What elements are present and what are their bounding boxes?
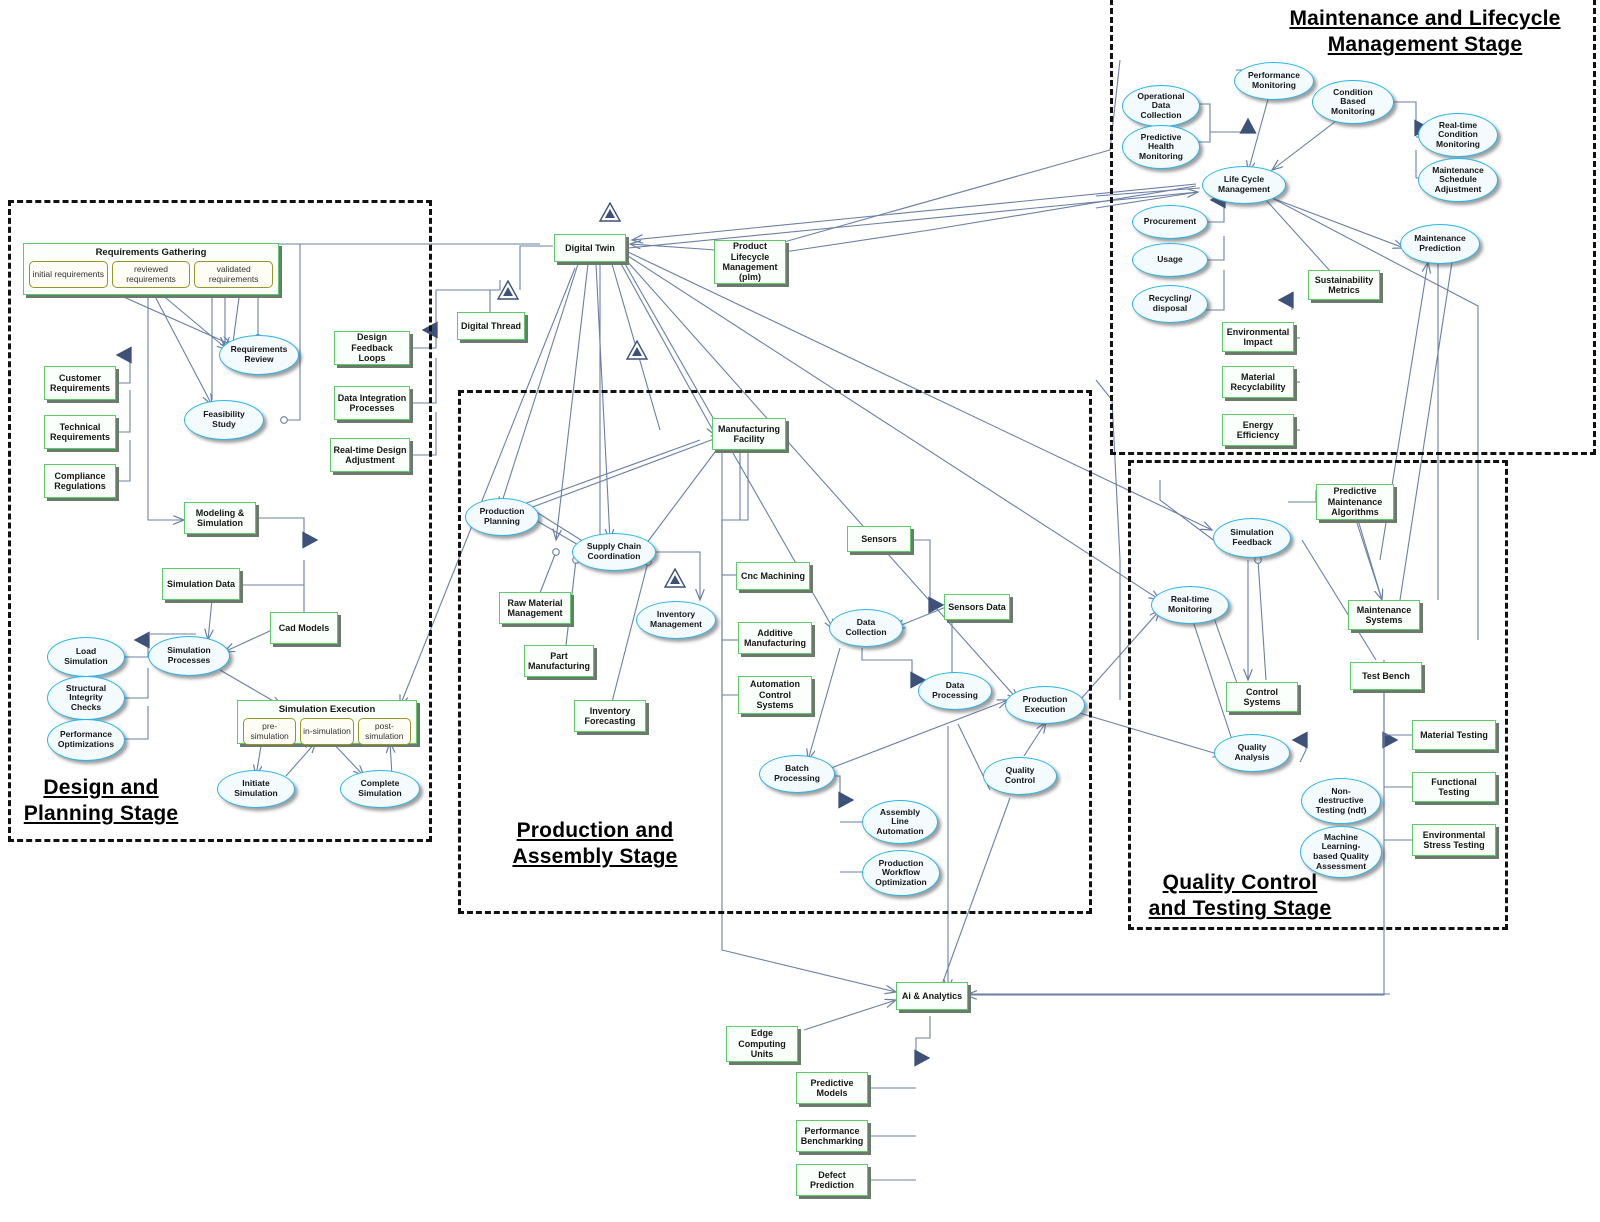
node-sensors-data[interactable]: Sensors Data (944, 594, 1010, 620)
node-test-bench[interactable]: Test Bench (1350, 662, 1422, 690)
diagram-canvas: Design and Planning Stage Production and… (0, 0, 1600, 1222)
node-data-integration-processes[interactable]: Data Integration Processes (334, 386, 410, 420)
stage-title-production: Production and Assembly Stage (512, 819, 678, 869)
chip-in-simulation[interactable]: in-simulation (300, 718, 354, 746)
node-design-feedback-loops[interactable]: Design Feedback Loops (334, 331, 410, 365)
node-customer-requirements[interactable]: Customer Requirements (44, 366, 116, 400)
chip-pre-simulation[interactable]: pre-simulation (243, 718, 297, 746)
node-functional-testing[interactable]: Functional Testing (1412, 772, 1496, 802)
node-batch-processing[interactable]: Batch Processing (759, 755, 835, 793)
node-production-planning[interactable]: Production Planning (465, 498, 539, 536)
node-material-testing[interactable]: Material Testing (1412, 720, 1496, 750)
node-sustainability-metrics[interactable]: Sustainability Metrics (1308, 270, 1380, 300)
node-complete-simulation[interactable]: Complete Simulation (340, 770, 420, 808)
interface-marker-icon-1 (599, 202, 621, 222)
node-production-execution[interactable]: Production Execution (1005, 686, 1085, 724)
node-assembly-line-automation[interactable]: Assembly Line Automation (862, 800, 938, 844)
interface-marker-icon-3 (626, 340, 648, 360)
stage-title-design: Design and Planning Stage (23, 776, 179, 826)
chip-reviewed-requirements[interactable]: reviewed requirements (111, 261, 191, 289)
node-manufacturing-facility[interactable]: Manufacturing Facility (712, 418, 786, 450)
node-initiate-simulation[interactable]: Initiate Simulation (217, 770, 295, 808)
node-technical-requirements[interactable]: Technical Requirements (44, 415, 116, 449)
node-performance-optimizations[interactable]: Performance Optimizations (47, 719, 125, 761)
node-condition-based-monitoring[interactable]: Condition Based Monitoring (1312, 80, 1394, 124)
node-simulation-processes[interactable]: Simulation Processes (148, 636, 230, 676)
node-control-systems[interactable]: Control Systems (1226, 682, 1298, 712)
chip-initial-requirements[interactable]: initial requirements (29, 261, 108, 289)
node-quality-analysis[interactable]: Quality Analysis (1214, 734, 1290, 772)
node-digital-twin[interactable]: Digital Twin (554, 234, 626, 262)
node-edge-computing-units[interactable]: Edge Computing Units (726, 1026, 798, 1062)
stage-title-quality: Quality Control and Testing Stage (1148, 871, 1332, 921)
node-supply-chain-coordination[interactable]: Supply Chain Coordination (572, 533, 656, 571)
node-inventory-management[interactable]: Inventory Management (636, 601, 716, 639)
stage-title-maintenance: Maintenance and Lifecycle Management Sta… (1289, 7, 1561, 57)
node-quality-control[interactable]: Quality Control (983, 757, 1057, 795)
interface-marker-icon-2 (497, 280, 519, 300)
node-load-simulation[interactable]: Load Simulation (47, 637, 125, 677)
node-production-workflow-optimization[interactable]: Production Workflow Optimization (862, 850, 940, 896)
chip-validated-requirements[interactable]: validated requirements (194, 261, 274, 289)
node-simulation-feedback[interactable]: Simulation Feedback (1213, 518, 1291, 558)
node-recycling-disposal[interactable]: Recycling/ disposal (1132, 285, 1208, 323)
node-compliance-regulations[interactable]: Compliance Regulations (44, 464, 116, 498)
node-additive-manufacturing[interactable]: Additive Manufacturing (738, 622, 812, 654)
node-performance-benchmarking[interactable]: Performance Benchmarking (796, 1120, 868, 1152)
group-title-simulation-execution: Simulation Execution (278, 704, 376, 715)
node-realtime-condition-monitoring[interactable]: Real-time Condition Monitoring (1418, 113, 1498, 157)
node-environmental-impact[interactable]: Environmental Impact (1222, 322, 1294, 352)
node-environmental-stress-testing[interactable]: Environmental Stress Testing (1412, 824, 1496, 856)
node-cad-models[interactable]: Cad Models (270, 612, 338, 644)
node-energy-efficiency[interactable]: Energy Efficiency (1222, 414, 1294, 446)
node-maintenance-prediction[interactable]: Maintenance Prediction (1400, 224, 1480, 264)
node-realtime-monitoring[interactable]: Real-time Monitoring (1151, 586, 1229, 624)
node-cnc-machining[interactable]: Cnc Machining (736, 562, 810, 590)
node-ml-based-quality-assessment[interactable]: Machine Learning- based Quality Assessme… (1300, 826, 1382, 878)
node-data-collection[interactable]: Data Collection (829, 609, 903, 647)
node-usage[interactable]: Usage (1132, 243, 1208, 277)
node-digital-thread[interactable]: Digital Thread (457, 312, 525, 340)
node-defect-prediction[interactable]: Defect Prediction (796, 1164, 868, 1196)
node-predictive-maintenance-algorithms[interactable]: Predictive Maintenance Algorithms (1316, 484, 1394, 520)
chip-post-simulation[interactable]: post-simulation (357, 718, 411, 746)
node-feasibility-study[interactable]: Feasibility Study (184, 400, 264, 440)
node-operational-data-collection[interactable]: Operational Data Collection (1122, 85, 1200, 127)
node-raw-material-management[interactable]: Raw Material Management (499, 592, 571, 624)
interface-marker-icon-4 (664, 568, 686, 588)
node-part-manufacturing[interactable]: Part Manufacturing (524, 645, 594, 677)
node-structural-integrity-checks[interactable]: Structural Integrity Checks (47, 676, 125, 720)
node-predictive-health-monitoring[interactable]: Predictive Health Monitoring (1122, 125, 1200, 169)
node-sensors[interactable]: Sensors (847, 526, 911, 552)
node-modeling-and-simulation[interactable]: Modeling & Simulation (184, 502, 256, 534)
node-material-recyclability[interactable]: Material Recyclability (1222, 366, 1294, 398)
node-automation-control-systems[interactable]: Automation Control Systems (738, 676, 812, 714)
group-requirements-gathering[interactable]: Requirements Gathering initial requireme… (23, 243, 279, 295)
node-data-processing[interactable]: Data Processing (918, 672, 992, 710)
node-life-cycle-management[interactable]: Life Cycle Management (1202, 166, 1286, 204)
node-realtime-design-adjustment[interactable]: Real-time Design Adjustment (330, 438, 410, 472)
node-simulation-data[interactable]: Simulation Data (162, 568, 240, 600)
node-non-destructive-testing[interactable]: Non- destructive Testing (ndt) (1301, 778, 1381, 824)
node-procurement[interactable]: Procurement (1132, 205, 1208, 239)
node-requirements-review[interactable]: Requirements Review (219, 335, 299, 375)
node-predictive-models[interactable]: Predictive Models (796, 1072, 868, 1104)
node-maintenance-schedule-adjustment[interactable]: Maintenance Schedule Adjustment (1418, 158, 1498, 202)
node-inventory-forecasting[interactable]: Inventory Forecasting (574, 700, 646, 732)
node-maintenance-systems[interactable]: Maintenance Systems (1348, 600, 1420, 630)
node-ai-and-analytics[interactable]: Ai & Analytics (896, 982, 968, 1010)
node-product-lifecycle-management[interactable]: Product Lifecycle Management (plm) (714, 240, 786, 284)
node-performance-monitoring[interactable]: Performance Monitoring (1234, 62, 1314, 100)
group-simulation-execution[interactable]: Simulation Execution pre-simulation in-s… (237, 700, 417, 746)
group-title-requirements-gathering: Requirements Gathering (95, 247, 207, 258)
